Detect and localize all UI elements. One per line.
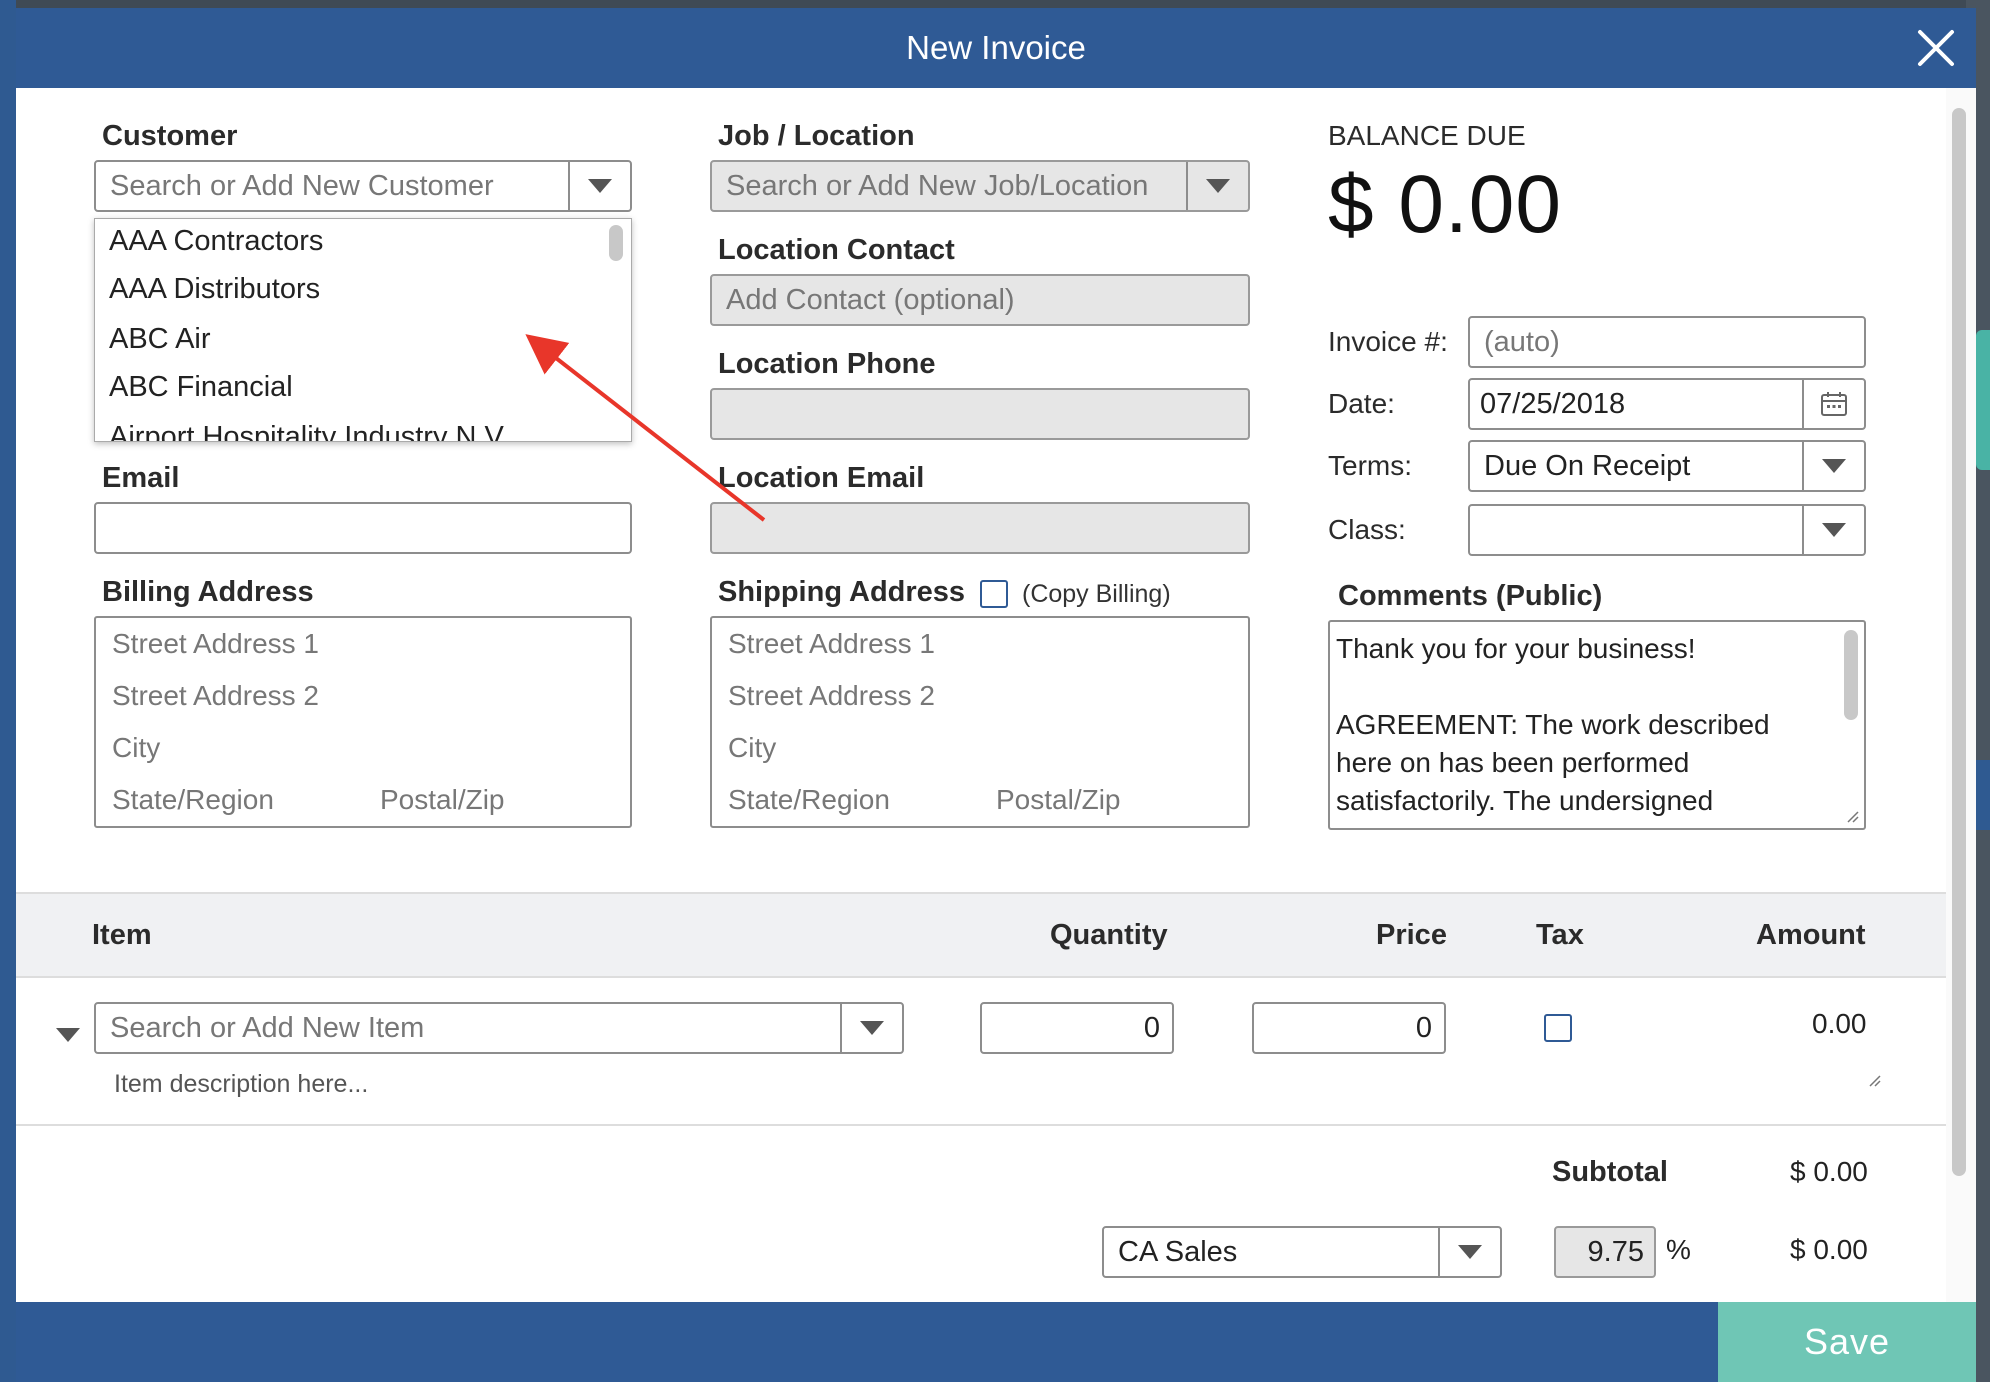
background-teal-tab [1976, 330, 1990, 470]
background-blue-tab [1976, 760, 1990, 830]
annotation-arrow [525, 334, 766, 522]
new-invoice-modal: New Invoice Customer Search or Add New C… [16, 8, 1976, 1382]
background-panel-left [0, 0, 16, 1382]
